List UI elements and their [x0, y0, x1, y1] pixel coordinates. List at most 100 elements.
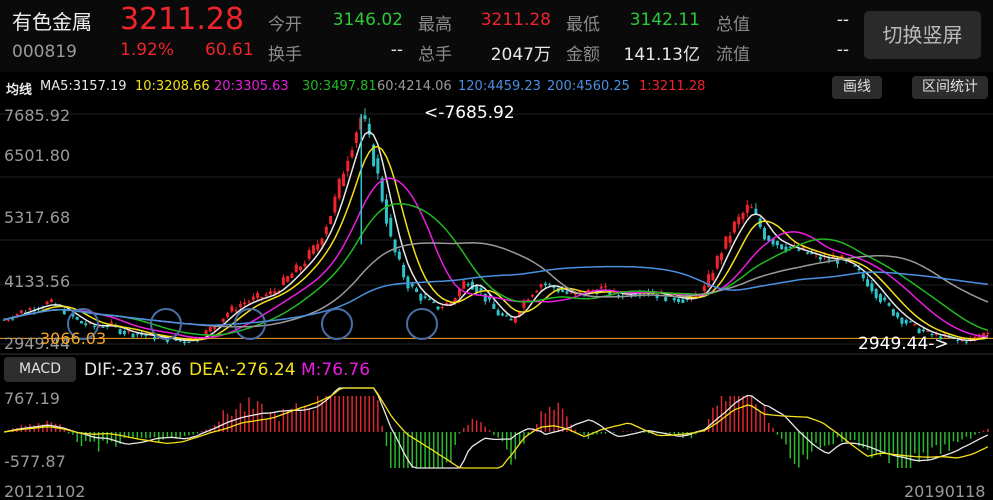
nav-circle-icon-3 [321, 308, 353, 340]
y-tick-4: 4133.56 [4, 272, 71, 291]
candle-body-199 [857, 268, 861, 271]
candle-body-205 [883, 297, 887, 301]
candle-body-65 [281, 277, 285, 285]
candle-body-51 [221, 318, 225, 322]
candle-body-3 [15, 314, 19, 316]
macd-dea: DEA:-276.24 [189, 360, 296, 380]
candle-body-42 [183, 341, 187, 344]
candle-body-177 [762, 228, 766, 240]
y-tick-2: 6501.80 [4, 146, 71, 165]
candle-body-187 [805, 252, 809, 254]
candle-body-71 [307, 250, 311, 260]
candle-body-1 [6, 319, 10, 321]
candle-body-4 [19, 310, 23, 313]
candle-body-67 [290, 273, 294, 279]
candle-body-185 [797, 249, 801, 251]
candle-body-165 [711, 272, 715, 281]
candle-body-181 [780, 244, 784, 250]
candle-body-27 [118, 329, 122, 334]
candle-body-127 [548, 284, 552, 286]
candle-body-55 [238, 304, 242, 307]
candle-body-158 [681, 299, 685, 303]
candle-body-163 [702, 285, 706, 292]
candle-body-206 [887, 303, 891, 306]
max-price-label: <-7685.92 [424, 103, 515, 123]
candle-body-173 [745, 204, 749, 213]
candle-body-80 [346, 160, 350, 172]
candle-body-73 [316, 244, 320, 250]
candle-body-78 [337, 178, 341, 199]
candle-body-62 [268, 291, 272, 295]
candle-body-156 [672, 297, 676, 301]
candle-body-229 [986, 332, 990, 335]
candle-body-61 [264, 294, 268, 297]
candle-body-166 [715, 256, 719, 269]
candle-body-130 [561, 289, 565, 292]
candle-body-222 [956, 339, 960, 341]
candle-body-18 [79, 321, 83, 324]
candle-body-93 [402, 264, 406, 278]
candle-body-54 [234, 310, 238, 312]
macd-y-min: -577.87 [4, 452, 66, 471]
candle-body-87 [376, 158, 380, 174]
candle-body-131 [565, 291, 569, 294]
candle-body-82 [354, 132, 358, 144]
candle-body-11 [49, 299, 53, 302]
candle-body-190 [818, 256, 822, 260]
kline-chart[interactable] [0, 0, 993, 500]
candle-body-76 [329, 216, 333, 225]
candle-body-31 [135, 333, 139, 335]
x-start-date: 20121102 [4, 482, 86, 500]
candle-body-126 [543, 283, 547, 286]
candle-body-201 [866, 279, 870, 287]
candle-body-59 [256, 293, 260, 298]
candle-body-170 [732, 221, 736, 233]
candle-body-32 [140, 334, 144, 336]
macd-m: M:76.76 [301, 360, 371, 380]
candle-body-132 [569, 292, 573, 294]
candle-body-35 [152, 336, 156, 340]
candle-body-69 [299, 266, 303, 271]
candle-body-81 [350, 150, 354, 158]
candle-body-96 [415, 288, 419, 292]
candle-body-75 [324, 226, 328, 235]
y-tick-max: 7685.92 [4, 106, 71, 125]
ma-line-120 [3, 265, 988, 326]
candle-body-43 [187, 342, 191, 344]
candle-body-79 [342, 173, 346, 187]
ma-line-MA5 [3, 130, 989, 342]
candle-body-98 [423, 296, 427, 298]
candle-body-210 [904, 319, 908, 324]
candle-body-125 [539, 284, 543, 288]
candle-body-60 [260, 296, 264, 298]
candle-body-17 [75, 317, 79, 320]
candle-body-167 [720, 253, 724, 261]
candle-body-112 [483, 293, 487, 302]
candle-body-92 [397, 251, 401, 260]
candle-body-204 [878, 294, 882, 303]
candle-body-198 [853, 265, 857, 267]
candle-body-172 [741, 213, 745, 220]
candle-body-29 [127, 330, 131, 332]
candle-body-115 [496, 310, 500, 316]
candle-body-154 [664, 297, 668, 301]
candle-body-118 [509, 318, 513, 321]
candle-body-124 [535, 290, 539, 293]
candle-body-53 [230, 306, 234, 312]
candle-body-10 [45, 301, 49, 305]
candle-body-202 [870, 283, 874, 292]
candle-body-123 [531, 294, 535, 297]
nav-circle-icon-4 [406, 308, 438, 340]
candle-body-66 [286, 276, 290, 282]
candle-body-213 [917, 328, 921, 334]
candle-body-21 [92, 325, 96, 327]
candle-body-101 [436, 306, 440, 310]
ref-line-label: 3066.03 [40, 329, 107, 348]
candle-body-30 [131, 333, 135, 338]
candle-body-68 [294, 264, 298, 273]
candle-body-77 [333, 196, 337, 213]
macd-indicator-button[interactable]: MACD [4, 357, 76, 382]
candle-body-107 [462, 280, 466, 289]
candle-body-157 [677, 298, 681, 303]
candle-body-72 [311, 245, 315, 254]
